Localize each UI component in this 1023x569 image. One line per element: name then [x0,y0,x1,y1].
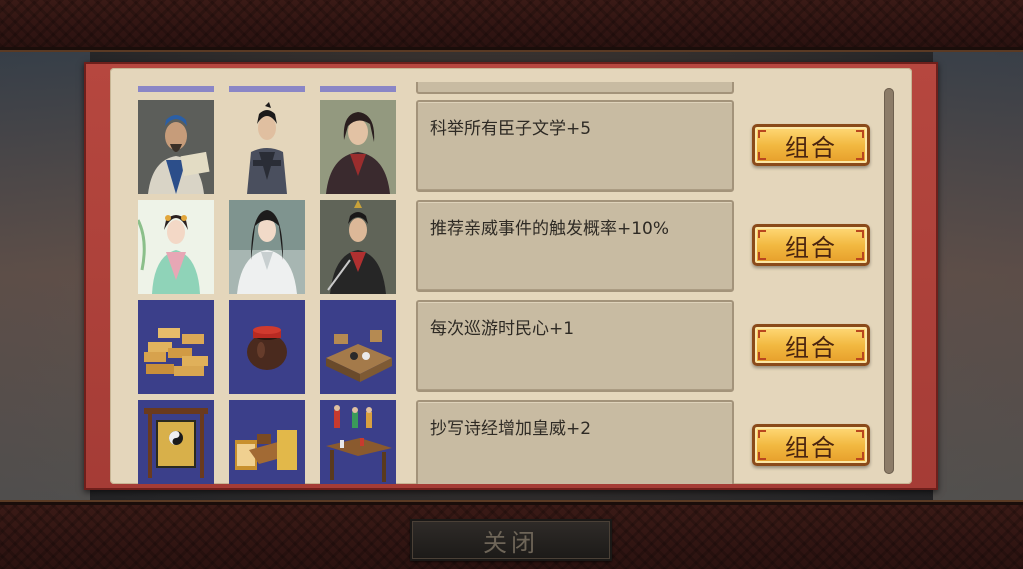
bagua-sign-item[interactable] [138,400,214,484]
combine-button-label: 组合 [785,433,837,462]
effect-description-box: 每次巡游时民心+1 [416,300,734,392]
combination-row: 推荐亲威事件的触发概率+10% 组合 [110,200,912,296]
effect-text: 每次巡游时民心+1 [430,319,575,339]
effect-text: 推荐亲威事件的触发概率+10% [430,219,670,239]
bamboo-scrolls-item[interactable] [138,300,214,394]
mentor-portrait[interactable] [138,100,214,194]
calligraphy-desk-item[interactable] [229,400,305,484]
list-scrollbar[interactable] [884,88,894,474]
combine-button-label: 组合 [785,333,837,362]
scrolled-item-stub [229,86,305,92]
white-robed-noble-portrait[interactable] [229,200,305,294]
combine-button-label: 组合 [785,133,837,162]
combination-row: 每次巡游时民心+1 组合 [110,300,912,396]
effect-text: 抄写诗经增加皇威+2 [430,419,592,439]
effect-description-box: 科举所有臣子文学+5 [416,100,734,192]
close-button-label: 关闭 [483,528,539,557]
background-left [0,50,90,500]
combine-button[interactable]: 组合 [752,424,870,466]
scholar-portrait[interactable] [229,100,305,194]
top-ornate-bar [0,0,1023,50]
combine-button-label: 组合 [785,233,837,262]
figurine-table-item[interactable] [320,400,396,484]
close-button[interactable]: 关闭 [410,519,612,561]
chess-table-item[interactable] [320,300,396,394]
combine-button[interactable]: 组合 [752,224,870,266]
scrolled-effect-stub [416,82,734,94]
swordsman-portrait[interactable] [320,100,396,194]
warrior-portrait[interactable] [320,200,396,294]
combination-row: 科举所有臣子文学+5 组合 [110,100,912,196]
effect-text: 科举所有臣子文学+5 [430,119,592,139]
scrolled-item-stub [138,86,214,92]
combination-row: 抄写诗经增加皇威+2 组合 [110,400,912,484]
scrolled-item-stub [320,86,396,92]
combination-list-panel: 科举所有臣子文学+5 组合 推荐亲威事件的触发概率+10% 组合 每次巡游时民心… [110,68,912,484]
effect-description-box: 推荐亲威事件的触发概率+10% [416,200,734,292]
wine-jar-item[interactable] [229,300,305,394]
combine-button[interactable]: 组合 [752,124,870,166]
combine-button[interactable]: 组合 [752,324,870,366]
background-right [933,50,1023,500]
effect-description-box: 抄写诗经增加皇威+2 [416,400,734,484]
court-lady-portrait[interactable] [138,200,214,294]
